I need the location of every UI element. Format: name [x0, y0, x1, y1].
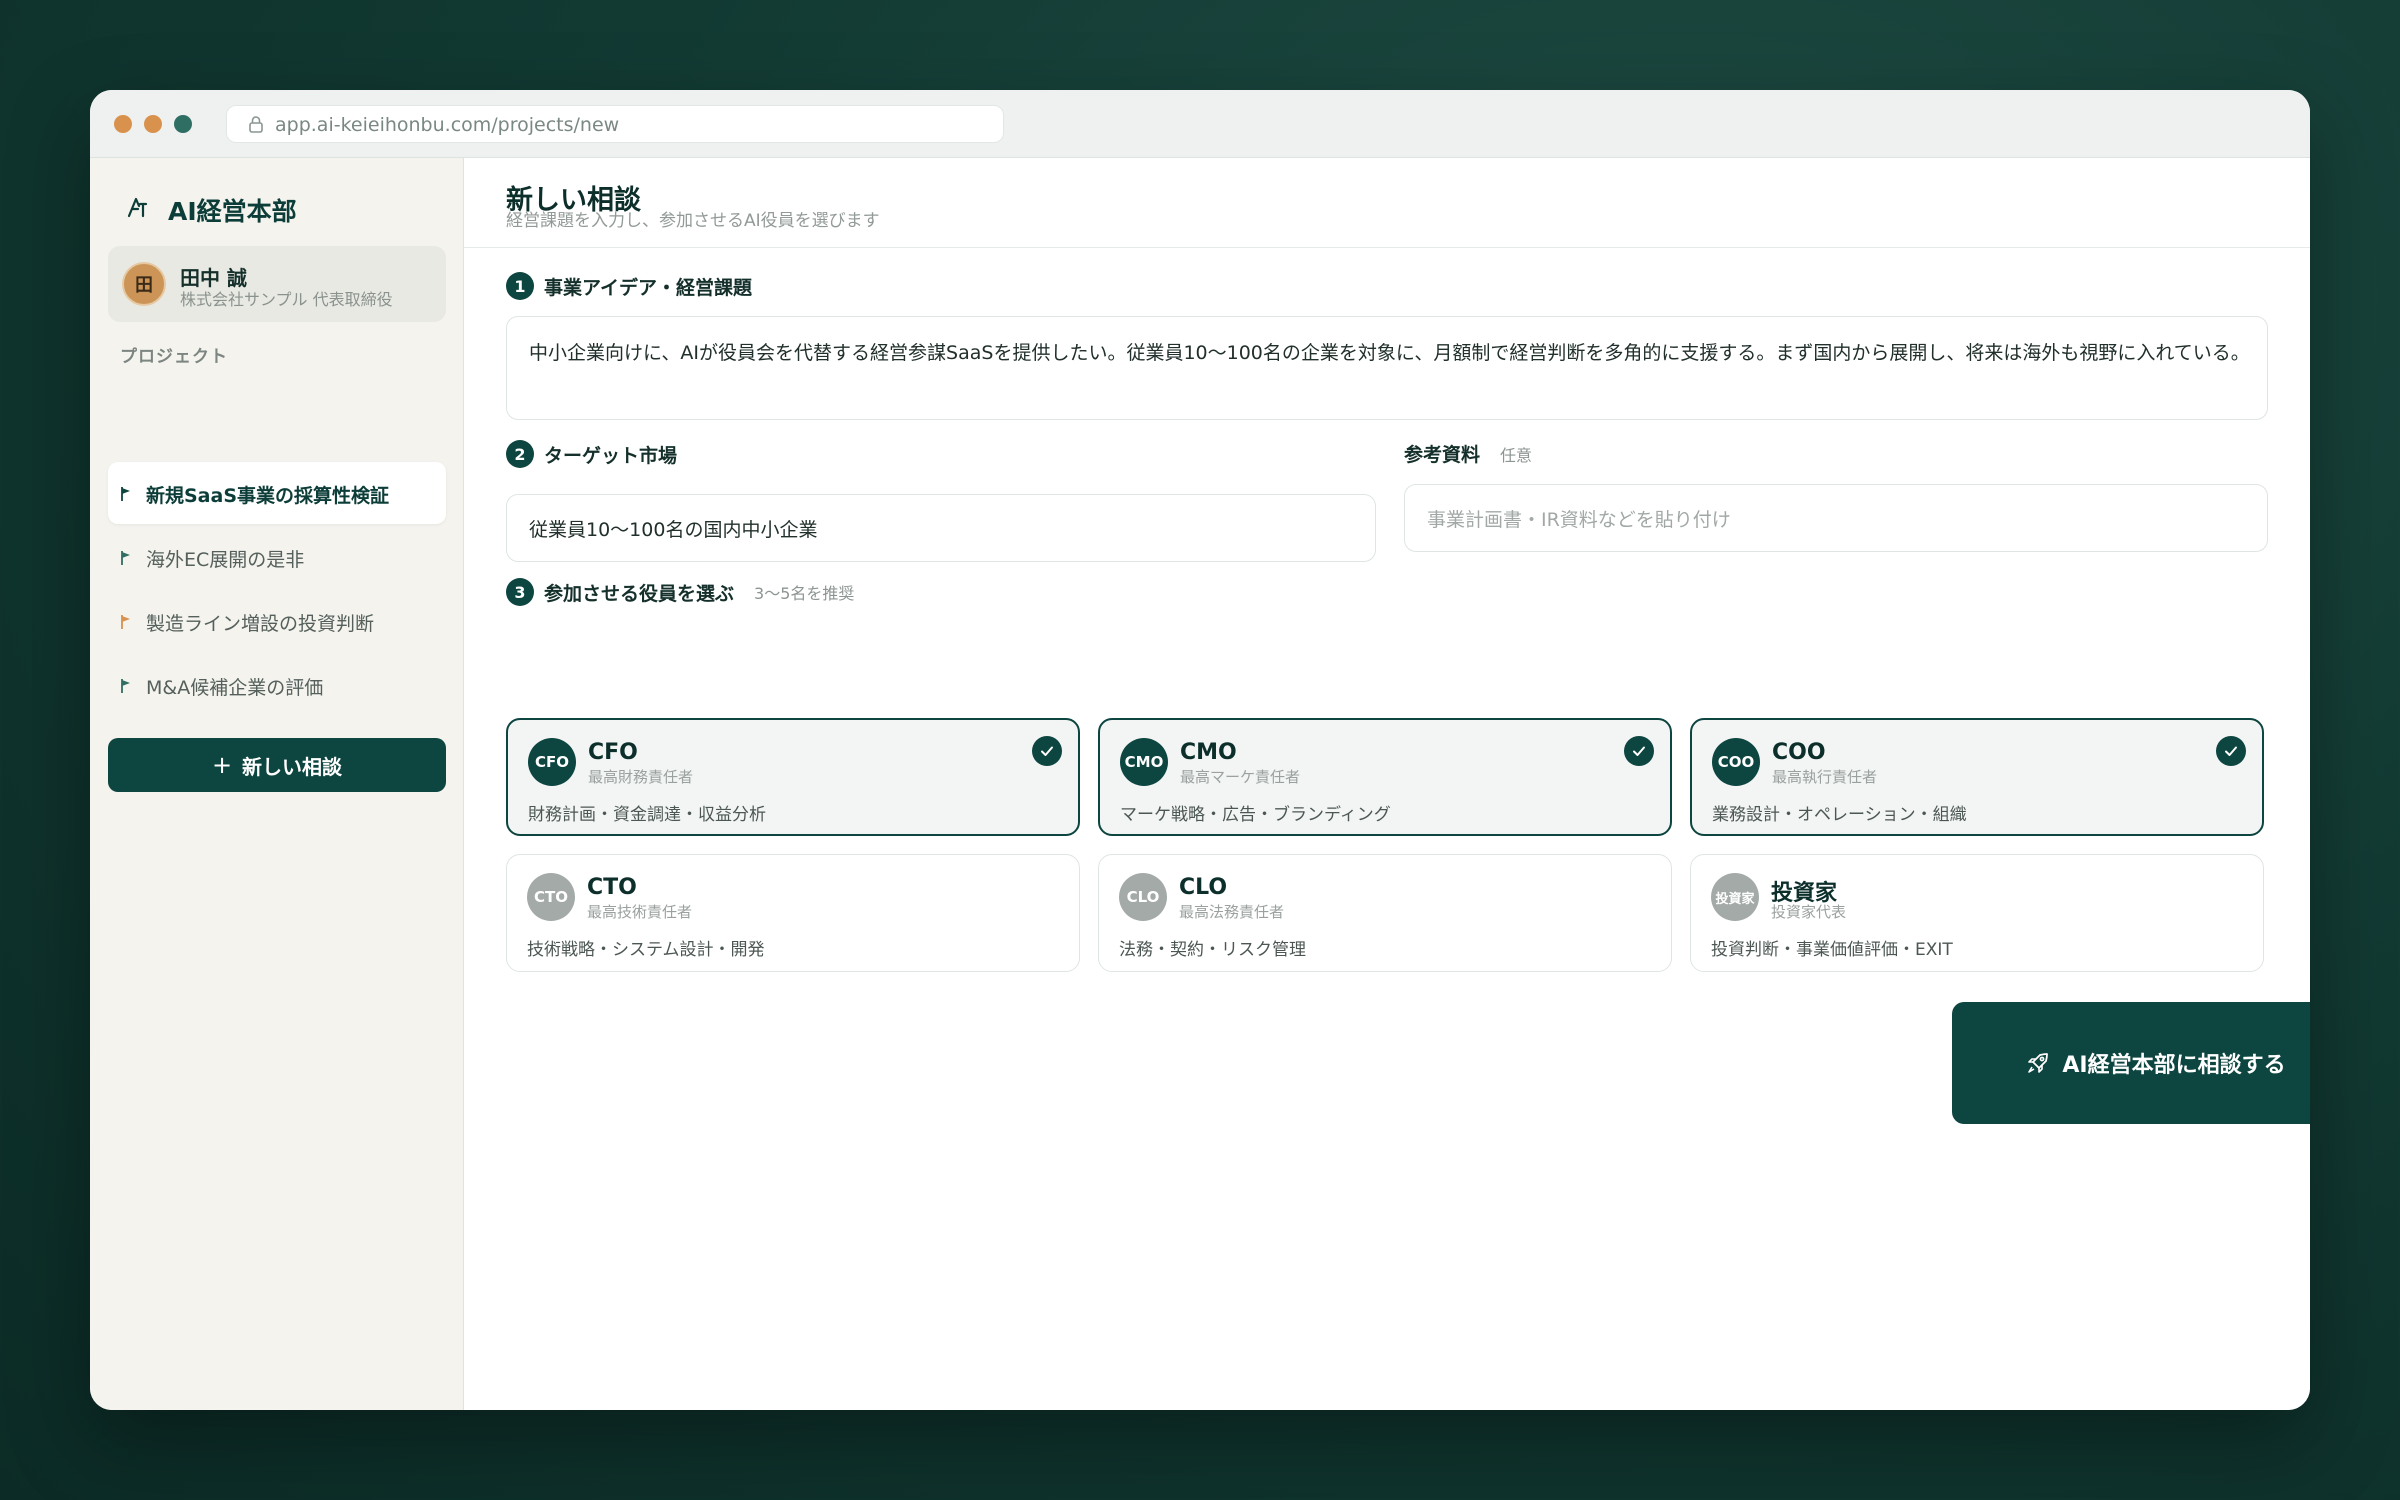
executive-card-clo[interactable]: CLO CLO 最高法務責任者 法務・契約・リスク管理: [1098, 854, 1672, 972]
step-label: 参加させる役員を選ぶ: [544, 582, 735, 605]
optional-tag: 任意: [1500, 446, 1533, 465]
url-text: app.ai-keieihonbu.com/projects/new: [275, 114, 620, 136]
flag-icon: [121, 551, 130, 565]
executive-card-cmo[interactable]: CMO CMO 最高マーケ責任者 マーケ戦略・広告・ブランディング: [1098, 718, 1672, 836]
business-idea-textarea[interactable]: 中小企業向けに、AIが役員会を代替する経営参謀SaaSを提供したい。従業員10〜…: [506, 316, 2268, 420]
executive-role: 最高財務責任者: [588, 768, 694, 786]
executive-role: 最高執行責任者: [1772, 768, 1878, 786]
executive-avatar: COO: [1712, 738, 1760, 786]
reference-label: 参考資料: [1404, 444, 1481, 466]
step-number: 2: [506, 440, 534, 468]
executive-description: 技術戦略・システム設計・開発: [527, 940, 765, 960]
check-icon: [2216, 736, 2246, 766]
step-hint: 3〜5名を推奨: [754, 584, 855, 603]
sidebar-item-project-factory[interactable]: 製造ライン増設の投資判断: [108, 590, 446, 652]
executive-avatar: CTO: [527, 873, 575, 921]
sidebar-item-label: 新規SaaS事業の採算性検証: [146, 485, 390, 507]
new-consultation-label: 新しい相談: [242, 754, 343, 779]
lock-icon: [249, 116, 263, 133]
projects-section-label: プロジェクト: [120, 347, 228, 367]
target-market-input[interactable]: 従業員10〜100名の国内中小企業: [506, 494, 1376, 562]
executive-description: マーケ戦略・広告・ブランディング: [1120, 805, 1391, 825]
executive-avatar: 投資家: [1711, 873, 1759, 921]
executive-description: 法務・契約・リスク管理: [1119, 940, 1306, 960]
sidebar-item-project-ma[interactable]: M&A候補企業の評価: [108, 654, 446, 716]
flag-icon: [121, 487, 130, 501]
sidebar-item-label: M&A候補企業の評価: [146, 677, 324, 699]
check-icon: [1624, 736, 1654, 766]
executive-card-investor[interactable]: 投資家 投資家 投資家代表 投資判断・事業価値評価・EXIT: [1690, 854, 2264, 972]
executive-card-cto[interactable]: CTO CTO 最高技術責任者 技術戦略・システム設計・開発: [506, 854, 1080, 972]
flag-icon: [121, 615, 130, 629]
executive-avatar: CFO: [528, 738, 576, 786]
brand-logo-icon: [127, 197, 148, 218]
executive-name: CFO: [588, 740, 638, 765]
executive-name: CTO: [587, 875, 637, 900]
executive-description: 業務設計・オペレーション・組織: [1712, 805, 1967, 825]
avatar: 田: [122, 262, 166, 306]
address-bar[interactable]: app.ai-keieihonbu.com/projects/new: [226, 105, 1004, 143]
submit-consultation-button[interactable]: AI経営本部に相談する: [1952, 1002, 2310, 1124]
new-consultation-button[interactable]: + 新しい相談: [108, 738, 446, 792]
executive-role: 最高法務責任者: [1179, 903, 1285, 921]
step-2-heading: 2 ターゲット市場: [506, 440, 677, 468]
window-close-button[interactable]: [114, 115, 132, 133]
sidebar-item-project-ec[interactable]: 海外EC展開の是非: [108, 526, 446, 588]
executive-avatar: CMO: [1120, 738, 1168, 786]
flag-icon: [121, 679, 130, 693]
reference-heading: 参考資料 任意: [1404, 440, 1532, 467]
user-card[interactable]: 田 田中 誠 株式会社サンプル 代表取締役: [108, 246, 446, 322]
window-minimize-button[interactable]: [144, 115, 162, 133]
brand-name: AI経営本部: [168, 197, 297, 226]
sidebar-item-project-saas[interactable]: 新規SaaS事業の採算性検証: [108, 462, 446, 524]
page-header: 新しい相談 経営課題を入力し、参加させるAI役員を選びます: [464, 158, 2310, 248]
sidebar-item-label: 海外EC展開の是非: [146, 549, 305, 571]
window-maximize-button[interactable]: [174, 115, 192, 133]
check-icon: [1032, 736, 1062, 766]
executive-role: 投資家代表: [1771, 903, 1847, 921]
main-content: 新しい相談 経営課題を入力し、参加させるAI役員を選びます 1 事業アイデア・経…: [464, 158, 2310, 1410]
browser-titlebar: app.ai-keieihonbu.com/projects/new: [90, 90, 2310, 158]
reference-material-input[interactable]: 事業計画書・IR資料などを貼り付け: [1404, 484, 2268, 552]
executive-name: COO: [1772, 740, 1826, 765]
rocket-icon: [2028, 1053, 2049, 1073]
step-1-heading: 1 事業アイデア・経営課題: [506, 272, 752, 300]
sidebar-item-label: 製造ライン増設の投資判断: [146, 613, 375, 635]
sidebar: AI経営本部 田 田中 誠 株式会社サンプル 代表取締役 プロジェクト 新規Sa…: [90, 158, 464, 1410]
page-subtitle: 経営課題を入力し、参加させるAI役員を選びます: [506, 211, 880, 231]
step-label: ターゲット市場: [544, 444, 678, 467]
browser-window: app.ai-keieihonbu.com/projects/new AI経営本…: [90, 90, 2310, 1410]
executive-card-coo[interactable]: COO COO 最高執行責任者 業務設計・オペレーション・組織: [1690, 718, 2264, 836]
executive-description: 投資判断・事業価値評価・EXIT: [1711, 940, 1953, 960]
executive-card-cfo[interactable]: CFO CFO 最高財務責任者 財務計画・資金調達・収益分析: [506, 718, 1080, 836]
step-number: 3: [506, 578, 534, 606]
user-role: 株式会社サンプル 代表取締役: [180, 290, 393, 309]
executive-name: CLO: [1179, 875, 1228, 900]
executive-name: CMO: [1180, 740, 1237, 765]
executive-description: 財務計画・資金調達・収益分析: [528, 805, 766, 825]
step-label: 事業アイデア・経営課題: [544, 276, 753, 299]
plus-icon: +: [211, 751, 233, 779]
executive-role: 最高技術責任者: [587, 903, 693, 921]
submit-label: AI経営本部に相談する: [2062, 1053, 2286, 1078]
executive-role: 最高マーケ責任者: [1180, 768, 1301, 786]
step-number: 1: [506, 272, 534, 300]
executive-avatar: CLO: [1119, 873, 1167, 921]
step-3-heading: 3 参加させる役員を選ぶ 3〜5名を推奨: [506, 578, 854, 606]
